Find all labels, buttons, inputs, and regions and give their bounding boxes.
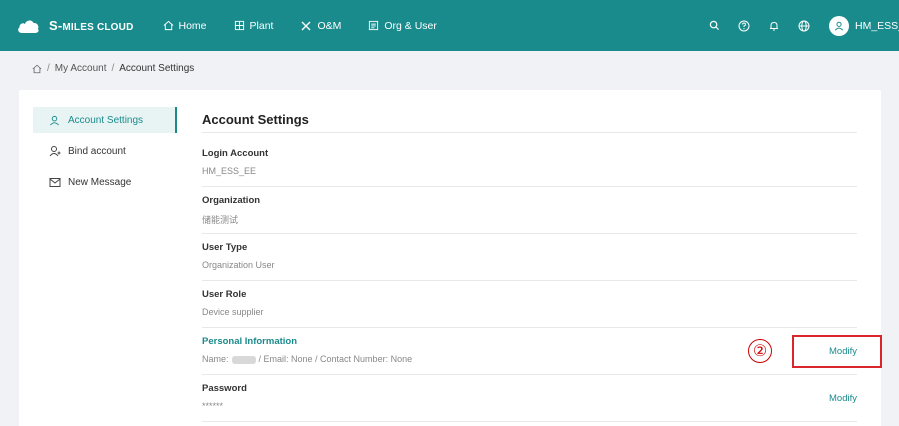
field-label: Organization xyxy=(202,195,261,206)
field-label: Password xyxy=(202,383,247,394)
home-icon xyxy=(163,20,174,31)
breadcrumb: / My Account / Account Settings xyxy=(32,63,194,74)
menu-item-account-settings[interactable]: Account Settings xyxy=(33,107,177,133)
account-card: Account Settings Bind account New Messag… xyxy=(19,90,881,426)
field-value: Device supplier xyxy=(202,307,264,317)
cloud-icon xyxy=(18,19,39,33)
modify-password-button[interactable]: Modify xyxy=(829,393,857,404)
breadcrumb-account-settings: Account Settings xyxy=(119,63,195,74)
breadcrumb-separator: / xyxy=(47,63,50,74)
user-icon xyxy=(49,115,63,126)
step-marker: ② xyxy=(748,339,772,363)
org-icon xyxy=(368,20,379,31)
nav-om[interactable]: O&M xyxy=(300,20,341,32)
plant-icon xyxy=(234,20,245,31)
avatar[interactable] xyxy=(829,15,849,36)
field-label: User Role xyxy=(202,289,247,300)
menu-item-bind-account[interactable]: Bind account xyxy=(33,138,177,164)
page-title: Account Settings xyxy=(202,112,309,127)
bell-icon[interactable] xyxy=(761,20,787,32)
nav-org-user-label: Org & User xyxy=(384,19,437,32)
contact-details: / Email: None / Contact Number: None xyxy=(258,354,413,364)
menu-item-new-message[interactable]: New Message xyxy=(33,169,177,195)
header-actions: HM_ESS_EE xyxy=(701,0,899,51)
brand-logo[interactable]: S-miles Cloud xyxy=(16,18,134,34)
menu-item-label: Account Settings xyxy=(68,114,144,126)
breadcrumb-separator: / xyxy=(111,63,115,74)
home-icon[interactable] xyxy=(32,64,42,74)
user-icon xyxy=(834,21,844,31)
field-value: Name: / Email: None / Contact Number: Non… xyxy=(202,354,412,364)
nav-plant-label: Plant xyxy=(249,19,274,32)
brand-name: S-miles Cloud xyxy=(49,18,134,33)
field-value: 储能测试 xyxy=(202,215,239,225)
breadcrumb-my-account[interactable]: My Account xyxy=(55,63,107,74)
field-value: Organization User xyxy=(202,260,275,270)
highlight-box xyxy=(792,335,882,368)
menu-item-label: New Message xyxy=(68,176,132,188)
divider xyxy=(202,132,857,133)
tools-icon xyxy=(300,20,312,32)
mail-icon xyxy=(49,177,63,188)
name-prefix: Name: xyxy=(202,354,229,364)
nav-org-user[interactable]: Org & User xyxy=(368,20,437,32)
bind-user-icon xyxy=(49,145,63,157)
menu-item-label: Bind account xyxy=(68,145,126,157)
nav-plant[interactable]: Plant xyxy=(234,19,274,32)
top-navbar: S-miles Cloud Home Plant O&M Org & User xyxy=(0,0,899,51)
field-login-account: Login Account HM_ESS_EE xyxy=(202,140,857,187)
field-value: HM_ESS_EE xyxy=(202,166,257,176)
field-organization: Organization 储能测试 xyxy=(202,187,857,234)
nav-om-label: O&M xyxy=(317,19,342,32)
nav-home-label: Home xyxy=(178,19,207,32)
nav-home[interactable]: Home xyxy=(163,20,207,32)
account-side-menu: Account Settings Bind account New Messag… xyxy=(33,107,177,200)
redacted-name xyxy=(231,355,256,364)
field-value: ****** xyxy=(202,401,224,411)
search-icon[interactable] xyxy=(701,20,727,31)
field-label: User Type xyxy=(202,242,248,253)
field-label: Personal Information xyxy=(202,336,298,347)
field-user-type: User Type Organization User xyxy=(202,234,857,281)
field-password: Password ****** Modify xyxy=(202,375,857,422)
username[interactable]: HM_ESS_EE xyxy=(855,20,899,32)
field-user-role: User Role Device supplier xyxy=(202,281,857,328)
main-nav: Home Plant O&M Org & User xyxy=(163,20,464,32)
field-label: Login Account xyxy=(202,148,269,159)
help-icon[interactable] xyxy=(731,20,757,32)
globe-icon[interactable] xyxy=(791,20,817,32)
